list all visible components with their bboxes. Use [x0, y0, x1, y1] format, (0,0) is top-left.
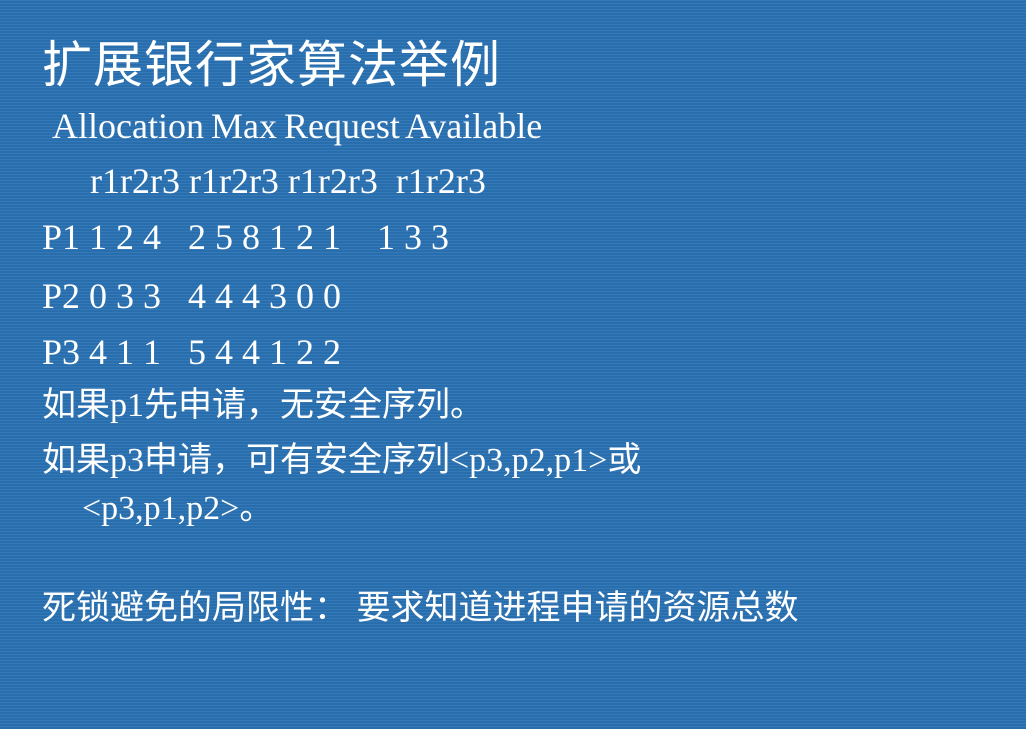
table-headers: Allocation Max Request Available [52, 106, 543, 146]
deadlock-avoidance-limitation: 死锁避免的局限性： 要求知道进程申请的资源总数 [42, 590, 799, 627]
slide: 扩展银行家算法举例 Allocation Max Request Availab… [0, 0, 1026, 729]
note-p3-request: 如果p3申请，可有安全序列<p3,p2,p1>或 [42, 442, 642, 479]
table-row-p2: P2 0 3 3 4 4 4 3 0 0 [42, 276, 342, 316]
note-p1-request: 如果p1先申请，无安全序列。 [42, 387, 484, 424]
table-row-p1: P1 1 2 4 2 5 8 1 2 1 1 3 3 [42, 217, 450, 257]
table-subheaders: r1r2r3 r1r2r3 r1r2r3 r1r2r3 [90, 161, 486, 201]
slide-title: 扩展银行家算法举例 [42, 36, 501, 94]
note-p3-request-continued: <p3,p1,p2>。 [82, 490, 274, 527]
table-row-p3: P3 4 1 1 5 4 4 1 2 2 [42, 332, 342, 372]
